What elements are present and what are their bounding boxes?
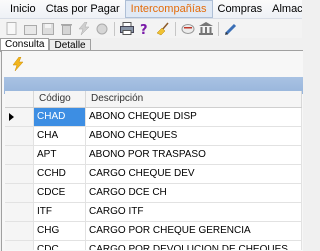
- cell-codigo[interactable]: CHA: [34, 127, 86, 145]
- menu-intercompanias[interactable]: Intercompañías: [124, 0, 213, 18]
- table-row[interactable]: CHA ABONO CHEQUES: [5, 127, 302, 146]
- cell-descripcion[interactable]: CARGO CHEQUE DEV: [86, 165, 302, 183]
- row-indicator[interactable]: [5, 146, 34, 164]
- cell-codigo[interactable]: CHAD: [34, 108, 86, 126]
- table-row[interactable]: CDCE CARGO DCE CH: [5, 184, 302, 203]
- menu-almacen[interactable]: Almacén y de: [267, 0, 302, 18]
- delete-icon[interactable]: [59, 22, 73, 36]
- cell-descripcion[interactable]: CARGO POR DEVOLUCION DE CHEQUES: [86, 241, 302, 250]
- cell-codigo[interactable]: CCHD: [34, 165, 86, 183]
- cell-codigo[interactable]: CDC: [34, 241, 86, 250]
- row-indicator[interactable]: [5, 127, 34, 145]
- pen-icon[interactable]: [224, 22, 238, 36]
- row-indicator[interactable]: [5, 222, 34, 240]
- cell-descripcion[interactable]: ABONO CHEQUE DISP: [86, 108, 302, 126]
- table-row[interactable]: CCHD CARGO CHEQUE DEV: [5, 165, 302, 184]
- table-row[interactable]: CHG CARGO POR CHEQUE GERENCIA: [5, 222, 302, 241]
- table-row[interactable]: APT ABONO POR TRASPASO: [5, 146, 302, 165]
- menu-ctas-por-pagar[interactable]: Ctas por Pagar: [41, 0, 125, 18]
- current-row-arrow-icon: [8, 113, 14, 121]
- grid-header: Código Descripción: [5, 91, 302, 108]
- toolbar-separator: [218, 21, 219, 36]
- toolbar-separator: [175, 21, 176, 36]
- grid-body: CHAD ABONO CHEQUE DISP CHA ABONO CHEQUES APT…: [5, 108, 302, 250]
- record-icon[interactable]: [95, 22, 109, 36]
- help-icon[interactable]: ?: [138, 22, 152, 36]
- row-indicator[interactable]: [5, 165, 34, 183]
- cell-codigo[interactable]: CHG: [34, 222, 86, 240]
- lightning-icon[interactable]: [12, 56, 24, 74]
- menu-compras[interactable]: Compras: [213, 0, 268, 18]
- menu-bar: Inicio Ctas por Pagar Intercompañías Com…: [0, 0, 302, 19]
- row-indicator[interactable]: [5, 203, 34, 221]
- lightning-icon[interactable]: [77, 22, 91, 36]
- bank-icon[interactable]: [199, 22, 213, 36]
- save-icon[interactable]: [41, 22, 55, 36]
- print-icon[interactable]: [120, 22, 134, 36]
- svg-text:?: ?: [140, 23, 148, 36]
- cell-codigo[interactable]: APT: [34, 146, 86, 164]
- table-row[interactable]: CDC CARGO POR DEVOLUCION DE CHEQUES: [5, 241, 302, 250]
- column-header-codigo[interactable]: Código: [34, 91, 86, 107]
- table-row[interactable]: ITF CARGO ITF: [5, 203, 302, 222]
- toolbar: ?: [0, 19, 302, 38]
- data-grid: Código Descripción CHAD ABONO CHEQUE DISP…: [5, 91, 302, 250]
- cell-descripcion[interactable]: ABONO POR TRASPASO: [86, 146, 302, 164]
- new-icon[interactable]: [5, 22, 19, 36]
- menu-inicio[interactable]: Inicio: [0, 0, 41, 18]
- open-icon[interactable]: [23, 22, 37, 36]
- column-header-descripcion[interactable]: Descripción: [86, 91, 302, 107]
- calendar-icon[interactable]: [181, 22, 195, 36]
- cell-descripcion[interactable]: CARGO DCE CH: [86, 184, 302, 202]
- cell-descripcion[interactable]: CARGO ITF: [86, 203, 302, 221]
- cell-descripcion[interactable]: CARGO POR CHEQUE GERENCIA: [86, 222, 302, 240]
- broom-icon[interactable]: [156, 22, 170, 36]
- row-indicator-header: [5, 91, 34, 107]
- toolbar-separator: [114, 21, 115, 36]
- row-indicator[interactable]: [5, 184, 34, 202]
- row-indicator[interactable]: [5, 241, 34, 250]
- cell-codigo[interactable]: ITF: [34, 203, 86, 221]
- row-indicator[interactable]: [5, 108, 34, 126]
- cell-descripcion[interactable]: ABONO CHEQUES: [86, 127, 302, 145]
- cell-codigo[interactable]: CDCE: [34, 184, 86, 202]
- table-row[interactable]: CHAD ABONO CHEQUE DISP: [5, 108, 302, 127]
